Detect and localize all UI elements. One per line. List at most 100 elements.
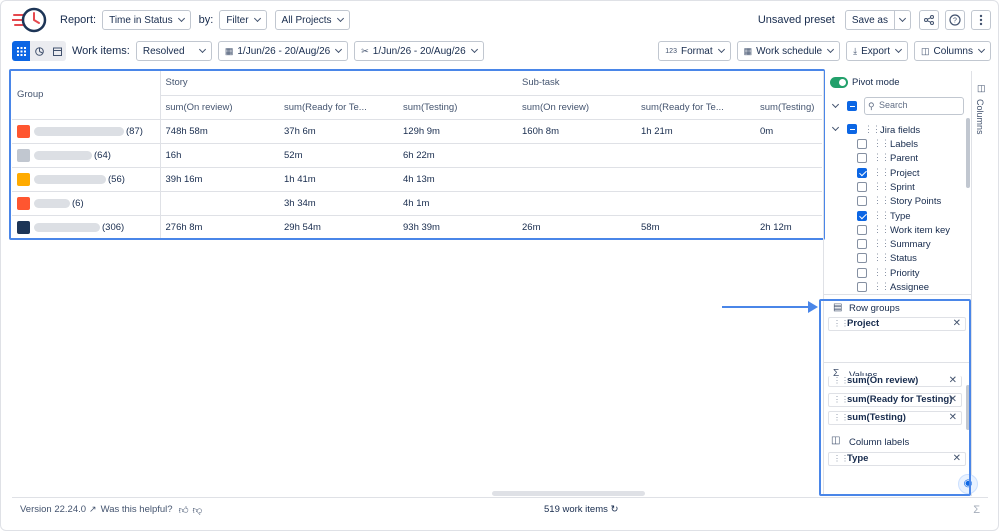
table-row[interactable]: (64) 16h 52m 6h 22m — [12, 143, 823, 168]
column-header[interactable]: sum(On review) — [517, 95, 637, 120]
work-items-dropdown[interactable]: Resolved — [135, 41, 212, 61]
external-link-icon[interactable]: ↗ — [89, 504, 97, 515]
export-button[interactable]: ⤓ Export — [846, 41, 909, 61]
group-cell: (56) — [12, 167, 161, 192]
format-label: Format — [680, 45, 713, 57]
field-label: Type — [890, 210, 911, 222]
drag-handle-icon[interactable]: ⋮⋮ — [873, 267, 890, 278]
value-cell: 0m — [755, 119, 823, 144]
calendar-icon: ▦ — [743, 45, 753, 56]
drag-handle-icon[interactable]: ⋮⋮ — [873, 224, 890, 235]
field-checkbox[interactable] — [857, 196, 867, 207]
scissors-icon: ✂ — [361, 45, 369, 56]
table-row[interactable]: (306) 276h 8m 29h 54m 93h 39m 26m 58m 2h 12m — [12, 215, 823, 240]
column-header[interactable]: sum(Ready for Te... — [279, 95, 398, 120]
drag-handle-icon[interactable]: ⋮⋮ — [873, 252, 890, 263]
thumbs-down-icon[interactable]: 👎︎ — [193, 504, 203, 516]
horizontal-scrollbar[interactable] — [492, 491, 645, 496]
pivot-table: Group Story Sub-task sum(On review) sum(… — [12, 71, 823, 240]
redacted-project-name — [34, 174, 106, 184]
drag-handle-icon[interactable]: ⋮⋮ — [873, 181, 890, 192]
value-cell — [160, 191, 279, 216]
save-as-button[interactable]: Save as — [844, 10, 895, 30]
group-cell: (87) — [12, 119, 161, 144]
field-checkbox[interactable] — [857, 239, 867, 250]
chart-view-icon[interactable] — [30, 41, 48, 61]
drag-handle-icon[interactable]: ⋮⋮ — [864, 124, 881, 135]
more-button[interactable] — [971, 10, 991, 30]
field-checkbox[interactable] — [857, 253, 867, 264]
redacted-project-name — [34, 150, 92, 160]
field-checkbox[interactable] — [857, 167, 867, 178]
drag-handle-icon[interactable]: ⋮⋮ — [873, 238, 890, 249]
field-checkbox[interactable] — [857, 210, 867, 221]
drag-handle-icon[interactable]: ⋮⋮ — [873, 167, 890, 178]
value-cell: 1h 41m — [279, 167, 398, 192]
value-cell: 29h 54m — [279, 215, 398, 240]
export-label: Export — [861, 45, 891, 57]
drag-handle-icon[interactable]: ⋮⋮ — [873, 195, 890, 206]
story-group-header: Story — [160, 71, 518, 96]
group-column-header[interactable]: Group — [12, 71, 161, 120]
filter-dropdown[interactable]: Filter — [219, 10, 267, 30]
value-cell — [517, 143, 637, 168]
refresh-icon[interactable]: ↻ — [611, 504, 619, 515]
help-button[interactable]: ? — [945, 10, 965, 30]
column-header[interactable]: sum(Ready for Te... — [636, 95, 756, 120]
chevron-down-icon — [898, 14, 907, 23]
projects-dropdown[interactable]: All Projects — [274, 10, 350, 30]
field-label: Labels — [890, 139, 918, 150]
columns-button[interactable]: ◫ Columns — [914, 41, 991, 61]
project-avatar-icon — [17, 124, 30, 138]
column-header[interactable]: sum(On review) — [160, 95, 279, 120]
chevron-down-icon — [894, 45, 903, 54]
table-row[interactable]: (6) 3h 34m 4h 1m — [12, 191, 823, 216]
column-search-input[interactable]: ⚲ Search — [864, 97, 964, 115]
field-checkbox[interactable] — [857, 267, 867, 278]
work-schedule-button[interactable]: ▦ Work schedule — [736, 41, 841, 61]
pivot-mode-toggle[interactable] — [830, 77, 848, 88]
value-cell — [636, 167, 756, 192]
select-all-checkbox[interactable] — [847, 101, 857, 111]
report-dropdown[interactable]: Time in Status — [102, 10, 191, 30]
share-button[interactable] — [919, 10, 939, 30]
table-row[interactable]: (87) 748h 58m 37h 6m 129h 9m 160h 8m 1h 21m 0m — [12, 119, 823, 144]
unsaved-preset-label: Unsaved preset — [757, 14, 835, 26]
field-label: Assignee — [890, 282, 930, 293]
drag-handle-icon[interactable]: ⋮⋮ — [873, 281, 890, 292]
columns-side-tab[interactable]: ◫ Columns — [971, 71, 991, 496]
format-button[interactable]: 123 Format — [658, 41, 731, 61]
value-cell: 58m — [636, 215, 756, 240]
field-checkbox[interactable] — [857, 282, 867, 292]
jira-fields-checkbox[interactable] — [847, 124, 857, 134]
chevron-down-icon — [198, 45, 206, 54]
chevron-down-icon — [977, 45, 986, 54]
date-range-picker-2[interactable]: ✂ 1/Jun/26 - 20/Aug/26 — [354, 41, 484, 61]
table-row[interactable]: (56) 39h 16m 1h 41m 4h 13m — [12, 167, 823, 192]
field-label: Status — [890, 253, 917, 265]
group-count: (306) — [102, 221, 125, 233]
field-list-scrollbar[interactable] — [966, 118, 970, 188]
field-checkbox[interactable] — [857, 181, 867, 192]
grid-view-icon[interactable] — [12, 41, 30, 61]
drag-handle-icon[interactable]: ⋮⋮ — [873, 210, 890, 221]
column-header[interactable]: sum(Testing) — [398, 95, 518, 120]
sigma-icon[interactable]: Σ — [973, 504, 980, 516]
pivot-mode-label: Pivot mode — [852, 77, 900, 88]
projects-dropdown-value: All Projects — [281, 14, 332, 26]
save-as-menu-button[interactable] — [895, 10, 911, 30]
column-header[interactable]: sum(Testing) — [755, 95, 823, 120]
drag-handle-icon[interactable]: ⋮⋮ — [873, 138, 890, 149]
report-dropdown-value: Time in Status — [109, 14, 173, 26]
field-checkbox[interactable] — [857, 224, 867, 235]
field-checkbox[interactable] — [857, 153, 867, 164]
date-range-1-value: 1/Jun/26 - 20/Aug/26 — [237, 45, 331, 57]
thumbs-up-icon[interactable]: 👍︎ — [179, 504, 189, 516]
field-label: Work item key — [890, 224, 951, 236]
by-label: by: — [198, 14, 214, 26]
field-checkbox[interactable] — [857, 139, 867, 149]
calendar-view-icon[interactable] — [48, 41, 66, 61]
drag-handle-icon[interactable]: ⋮⋮ — [873, 152, 890, 163]
date-range-picker-1[interactable]: ▦ 1/Jun/26 - 20/Aug/26 — [217, 41, 349, 61]
value-cell — [755, 191, 823, 216]
